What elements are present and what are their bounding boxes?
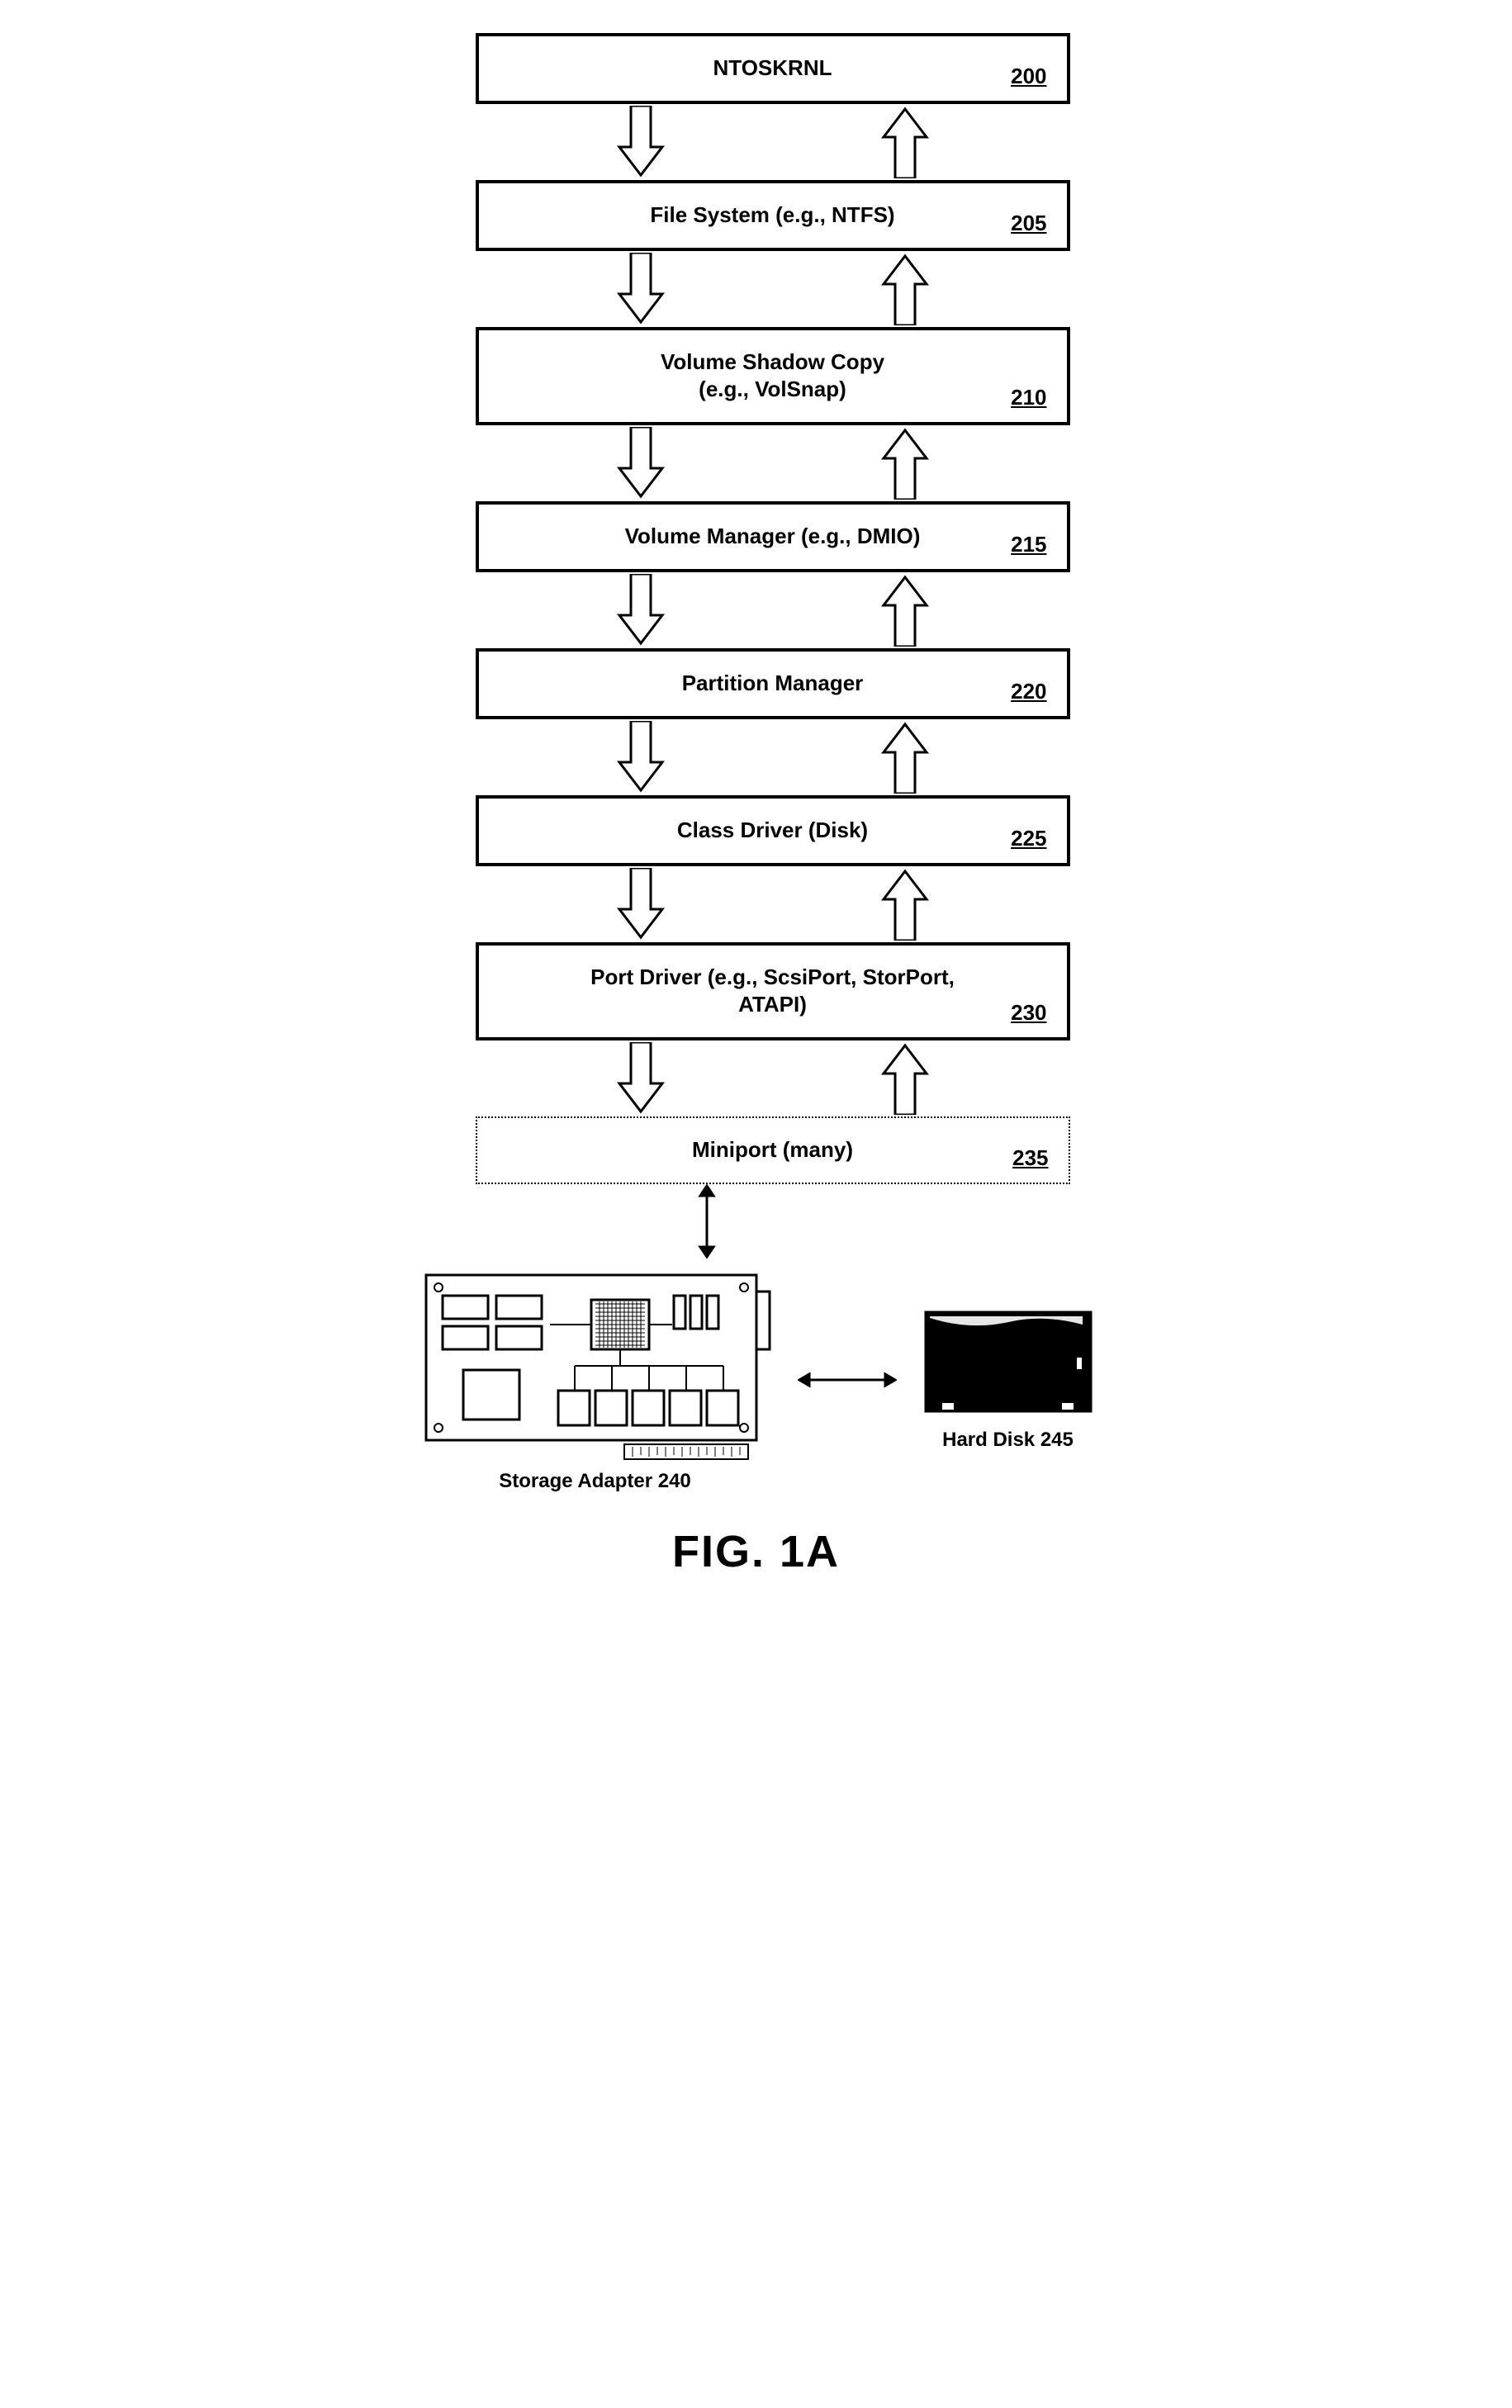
stack-block: Class Driver (Disk)225 [476,795,1070,866]
block-label: NTOSKRNL [494,55,1052,83]
hard-disk-icon [922,1308,1095,1424]
block-ref: 205 [1011,211,1046,236]
hardware-row: Storage Adapter 240 Hard Disk 245 [418,1267,1095,1493]
arrow-pair [476,425,1070,501]
up-arrow-icon [880,106,930,178]
up-arrow-icon [880,868,930,941]
arrow-pair [476,1040,1070,1116]
block-ref: 210 [1011,385,1046,410]
down-arrow-icon [616,721,666,794]
stack-block: Volume Manager (e.g., DMIO)215 [476,501,1070,572]
up-arrow-icon [880,1042,930,1115]
up-arrow-icon [880,721,930,794]
block-ref: 235 [1012,1145,1048,1171]
stack-block: NTOSKRNL200 [476,33,1070,104]
block-label: Partition Manager [494,670,1052,698]
block-label: Volume Manager (e.g., DMIO) [494,523,1052,551]
hard-disk-label: Hard Disk 245 [942,1429,1074,1452]
up-arrow-icon [880,253,930,325]
block-ref: 215 [1011,532,1046,557]
down-arrow-icon [616,1042,666,1115]
arrow-pair [476,866,1070,942]
up-arrow-icon [880,427,930,500]
miniport-adapter-link [694,1184,719,1259]
down-arrow-icon [616,106,666,178]
block-label: Miniport (many) [492,1136,1054,1164]
storage-adapter-label: Storage Adapter 240 [499,1470,691,1493]
stack-block: Partition Manager220 [476,648,1070,719]
stack-block: Port Driver (e.g., ScsiPort, StorPort,AT… [476,942,1070,1041]
block-ref: 230 [1011,1000,1046,1026]
down-arrow-icon [616,868,666,941]
block-label: Class Driver (Disk) [494,817,1052,845]
stack-block: Volume Shadow Copy(e.g., VolSnap)210 [476,327,1070,426]
block-ref: 225 [1011,826,1046,851]
storage-adapter-icon [418,1267,773,1465]
arrow-pair [476,572,1070,648]
arrow-pair [476,719,1070,795]
up-arrow-icon [880,574,930,647]
arrow-pair [476,104,1070,180]
block-label: File System (e.g., NTFS) [494,201,1052,230]
driver-stack: NTOSKRNL200 File System (e.g., NTFS)205 Vo… [476,33,1070,1184]
arrow-pair [476,251,1070,327]
block-label: Volume Shadow Copy(e.g., VolSnap) [494,348,1052,405]
storage-stack-diagram: NTOSKRNL200 File System (e.g., NTFS)205 Vo… [418,33,1095,1577]
down-arrow-icon [616,427,666,500]
storage-adapter: Storage Adapter 240 [418,1267,773,1493]
stack-block: File System (e.g., NTFS)205 [476,180,1070,251]
figure-label: FIG. 1A [672,1526,840,1577]
stack-block: Miniport (many)235 [476,1116,1070,1184]
block-label: Port Driver (e.g., ScsiPort, StorPort,AT… [494,964,1052,1020]
adapter-disk-link [798,1368,897,1392]
hard-disk: Hard Disk 245 [922,1308,1095,1452]
down-arrow-icon [616,253,666,325]
block-ref: 220 [1011,679,1046,704]
down-arrow-icon [616,574,666,647]
block-ref: 200 [1011,64,1046,89]
